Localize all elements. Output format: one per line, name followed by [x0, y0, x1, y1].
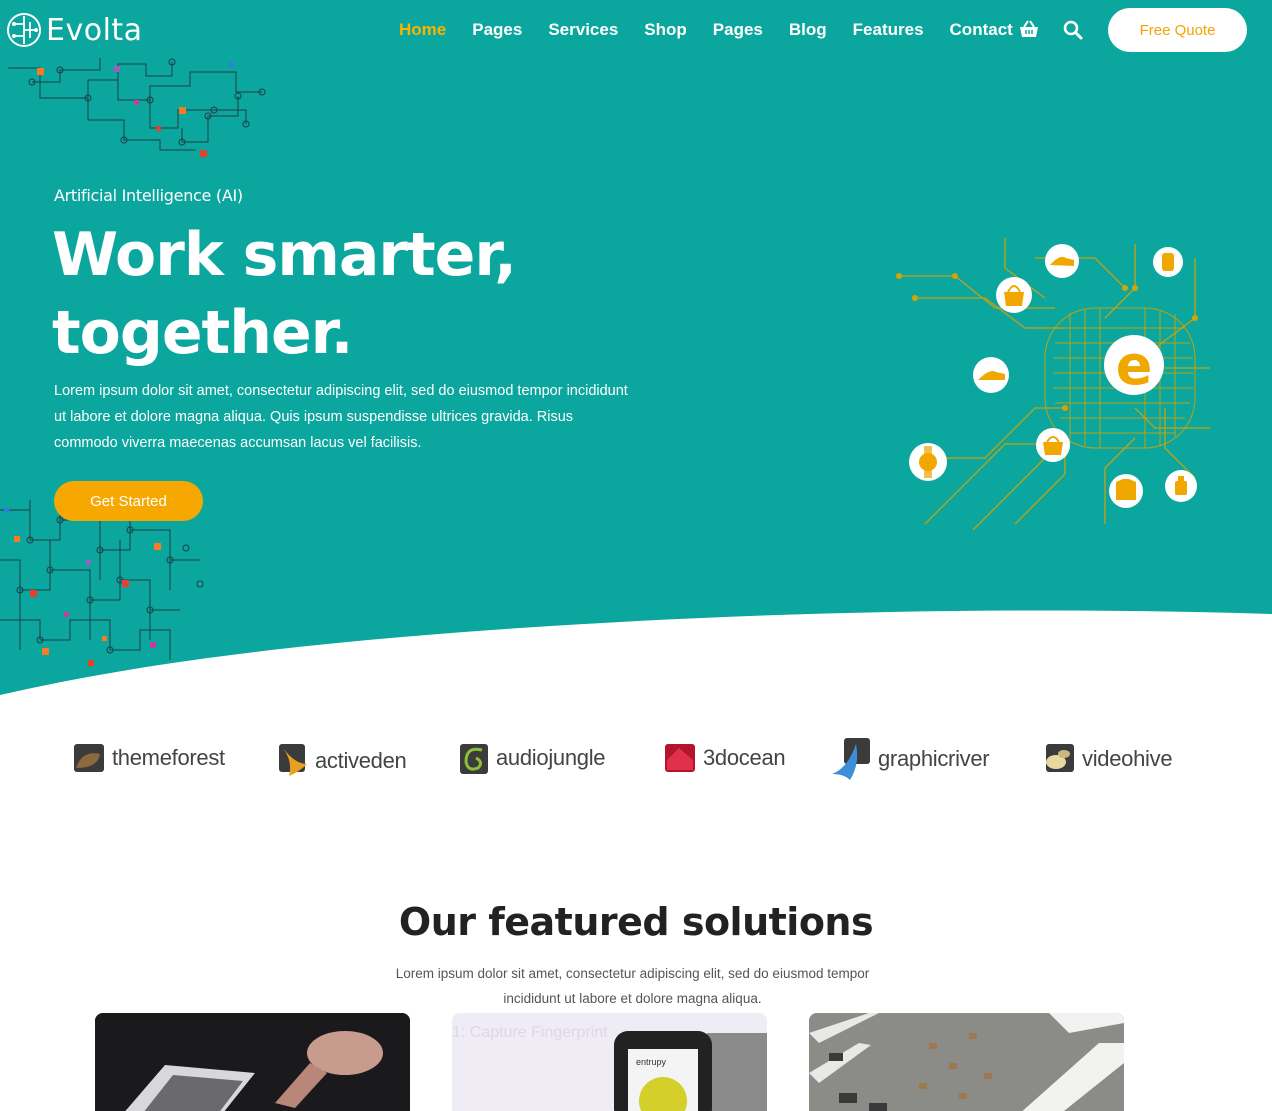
- brand-name: graphicriver: [878, 746, 990, 771]
- brand-graphicriver[interactable]: graphicriver: [830, 734, 990, 784]
- phone-photo: 1: Capture Fingerprint entrupy: [452, 1013, 767, 1111]
- nav-services[interactable]: Services: [548, 20, 618, 40]
- brand-logos-row: themeforest activeden audiojungle 3docea…: [0, 736, 1272, 792]
- featured-subtitle-line-1: Lorem ipsum dolor sit amet, consectetur …: [395, 966, 870, 981]
- search-icon[interactable]: [1063, 20, 1085, 40]
- ai-brain-logo-icon: [7, 13, 41, 47]
- nav-blog[interactable]: Blog: [789, 20, 827, 40]
- site-logo[interactable]: Evolta: [4, 10, 143, 50]
- featured-title: Our featured solutions: [398, 900, 874, 944]
- nav-home[interactable]: Home: [399, 20, 446, 40]
- featured-subtitle: Lorem ipsum dolor sit amet, consectetur …: [380, 961, 885, 1011]
- brand-audiojungle[interactable]: audiojungle: [458, 740, 606, 776]
- watch-icon: [909, 443, 947, 481]
- solution-card-1[interactable]: [95, 1013, 410, 1111]
- get-started-button[interactable]: Get Started: [54, 481, 203, 521]
- warehouse-photo: [809, 1013, 1124, 1111]
- center-logo-letter: e: [1116, 334, 1153, 397]
- brand-3docean[interactable]: 3docean: [663, 742, 786, 774]
- solution-card-3[interactable]: [809, 1013, 1124, 1111]
- hero-intro: Lorem ipsum dolor sit amet, consectetur …: [54, 383, 628, 451]
- headline-line-2: together.: [52, 298, 353, 368]
- tablet-photo: [95, 1013, 410, 1111]
- nav-features[interactable]: Features: [853, 20, 924, 40]
- perfume-icon: [1165, 470, 1197, 502]
- capture-fingerprint-text: 1: Capture Fingerprint: [452, 1024, 608, 1041]
- brand-name: 3docean: [703, 745, 786, 770]
- sneaker-icon: [973, 357, 1009, 393]
- nav-pages-2[interactable]: Pages: [713, 20, 763, 40]
- hero-eyebrow: Artificial Intelligence (AI): [54, 186, 243, 205]
- videohive-logo-icon: [1046, 744, 1074, 772]
- solution-card-2[interactable]: 1: Capture Fingerprint entrupy: [452, 1013, 767, 1111]
- free-quote-button[interactable]: Free Quote: [1108, 8, 1247, 52]
- logo-text: Evolta: [46, 12, 143, 48]
- headline-line-1: Work smarter,: [52, 220, 517, 290]
- audiojungle-logo-icon: [460, 744, 488, 774]
- themeforest-logo-icon: [74, 744, 104, 772]
- main-nav: Home Pages Services Shop Pages Blog Feat…: [399, 18, 1039, 42]
- brand-name: themeforest: [112, 745, 225, 770]
- handbag-icon: [996, 277, 1032, 313]
- ai-network-illustration: e: [896, 238, 1210, 530]
- featured-subtitle-line-2: incididunt ut labore et dolore magna ali…: [503, 991, 762, 1006]
- brand-themeforest[interactable]: themeforest: [72, 742, 225, 774]
- brand-name: activeden: [315, 748, 407, 773]
- 3docean-logo-icon: [665, 744, 695, 772]
- activeden-logo-icon: [279, 744, 307, 776]
- brand-name: videohive: [1082, 746, 1173, 771]
- basket-icon[interactable]: [1018, 20, 1040, 40]
- brand-name: audiojungle: [496, 745, 606, 770]
- shirt-icon: [1109, 474, 1143, 508]
- purse-icon: [1036, 428, 1070, 462]
- graphicriver-logo-icon: [832, 738, 870, 780]
- brand-activeden[interactable]: activeden: [277, 742, 407, 780]
- brand-videohive[interactable]: videohive: [1042, 742, 1173, 776]
- hero-headline: Work smarter, together.: [52, 216, 517, 372]
- tank-top-icon: [1153, 247, 1183, 277]
- shoe-icon: [1045, 244, 1079, 278]
- phone-screen-text: entrupy: [636, 1057, 667, 1067]
- nav-pages[interactable]: Pages: [472, 20, 522, 40]
- nav-contact[interactable]: Contact: [950, 20, 1013, 40]
- nav-shop[interactable]: Shop: [644, 20, 687, 40]
